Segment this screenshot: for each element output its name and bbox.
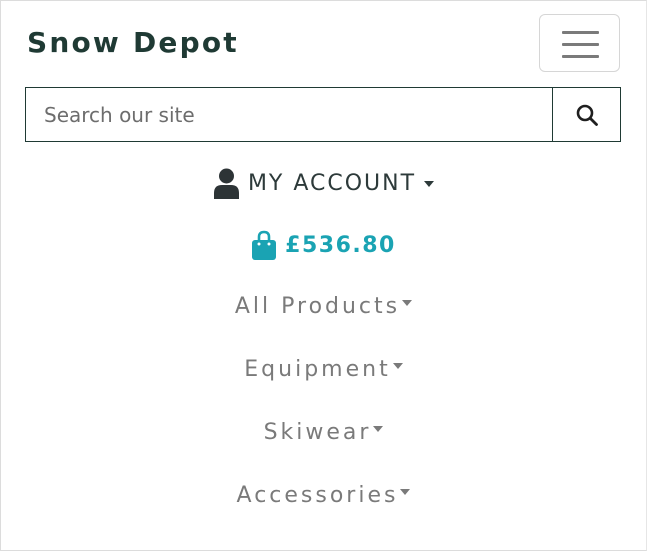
chevron-down-icon bbox=[392, 363, 403, 369]
brand-logo[interactable]: Snow Depot bbox=[27, 26, 239, 59]
my-account-dropdown[interactable]: MY ACCOUNT bbox=[0, 168, 647, 199]
chevron-down-icon bbox=[373, 426, 384, 432]
navbar-toggle-button[interactable] bbox=[539, 14, 620, 72]
shopping-bag-link[interactable]: £536.80 bbox=[0, 230, 647, 260]
my-account-label: MY ACCOUNT bbox=[247, 171, 417, 196]
bag-total: £536.80 bbox=[285, 232, 396, 258]
nav-equipment-dropdown[interactable]: Equipment bbox=[0, 357, 647, 382]
chevron-down-icon bbox=[424, 180, 435, 187]
search-input[interactable] bbox=[26, 88, 552, 141]
nav-item-label: Accessories bbox=[236, 483, 399, 508]
nav-all-products-dropdown[interactable]: All Products bbox=[0, 294, 647, 319]
search-button[interactable] bbox=[552, 88, 620, 141]
shopping-bag-icon bbox=[252, 230, 277, 260]
nav-skiwear-dropdown[interactable]: Skiwear bbox=[0, 420, 647, 445]
nav-item-label: Skiwear bbox=[263, 420, 372, 445]
nav-accessories-dropdown[interactable]: Accessories bbox=[0, 483, 647, 508]
page-frame bbox=[0, 0, 647, 551]
search-form bbox=[25, 87, 621, 142]
user-icon bbox=[213, 168, 239, 199]
chevron-down-icon bbox=[400, 489, 411, 495]
nav-item-label: Equipment bbox=[244, 357, 391, 382]
search-icon bbox=[576, 104, 598, 126]
chevron-down-icon bbox=[402, 300, 413, 306]
nav-item-label: All Products bbox=[234, 294, 401, 319]
